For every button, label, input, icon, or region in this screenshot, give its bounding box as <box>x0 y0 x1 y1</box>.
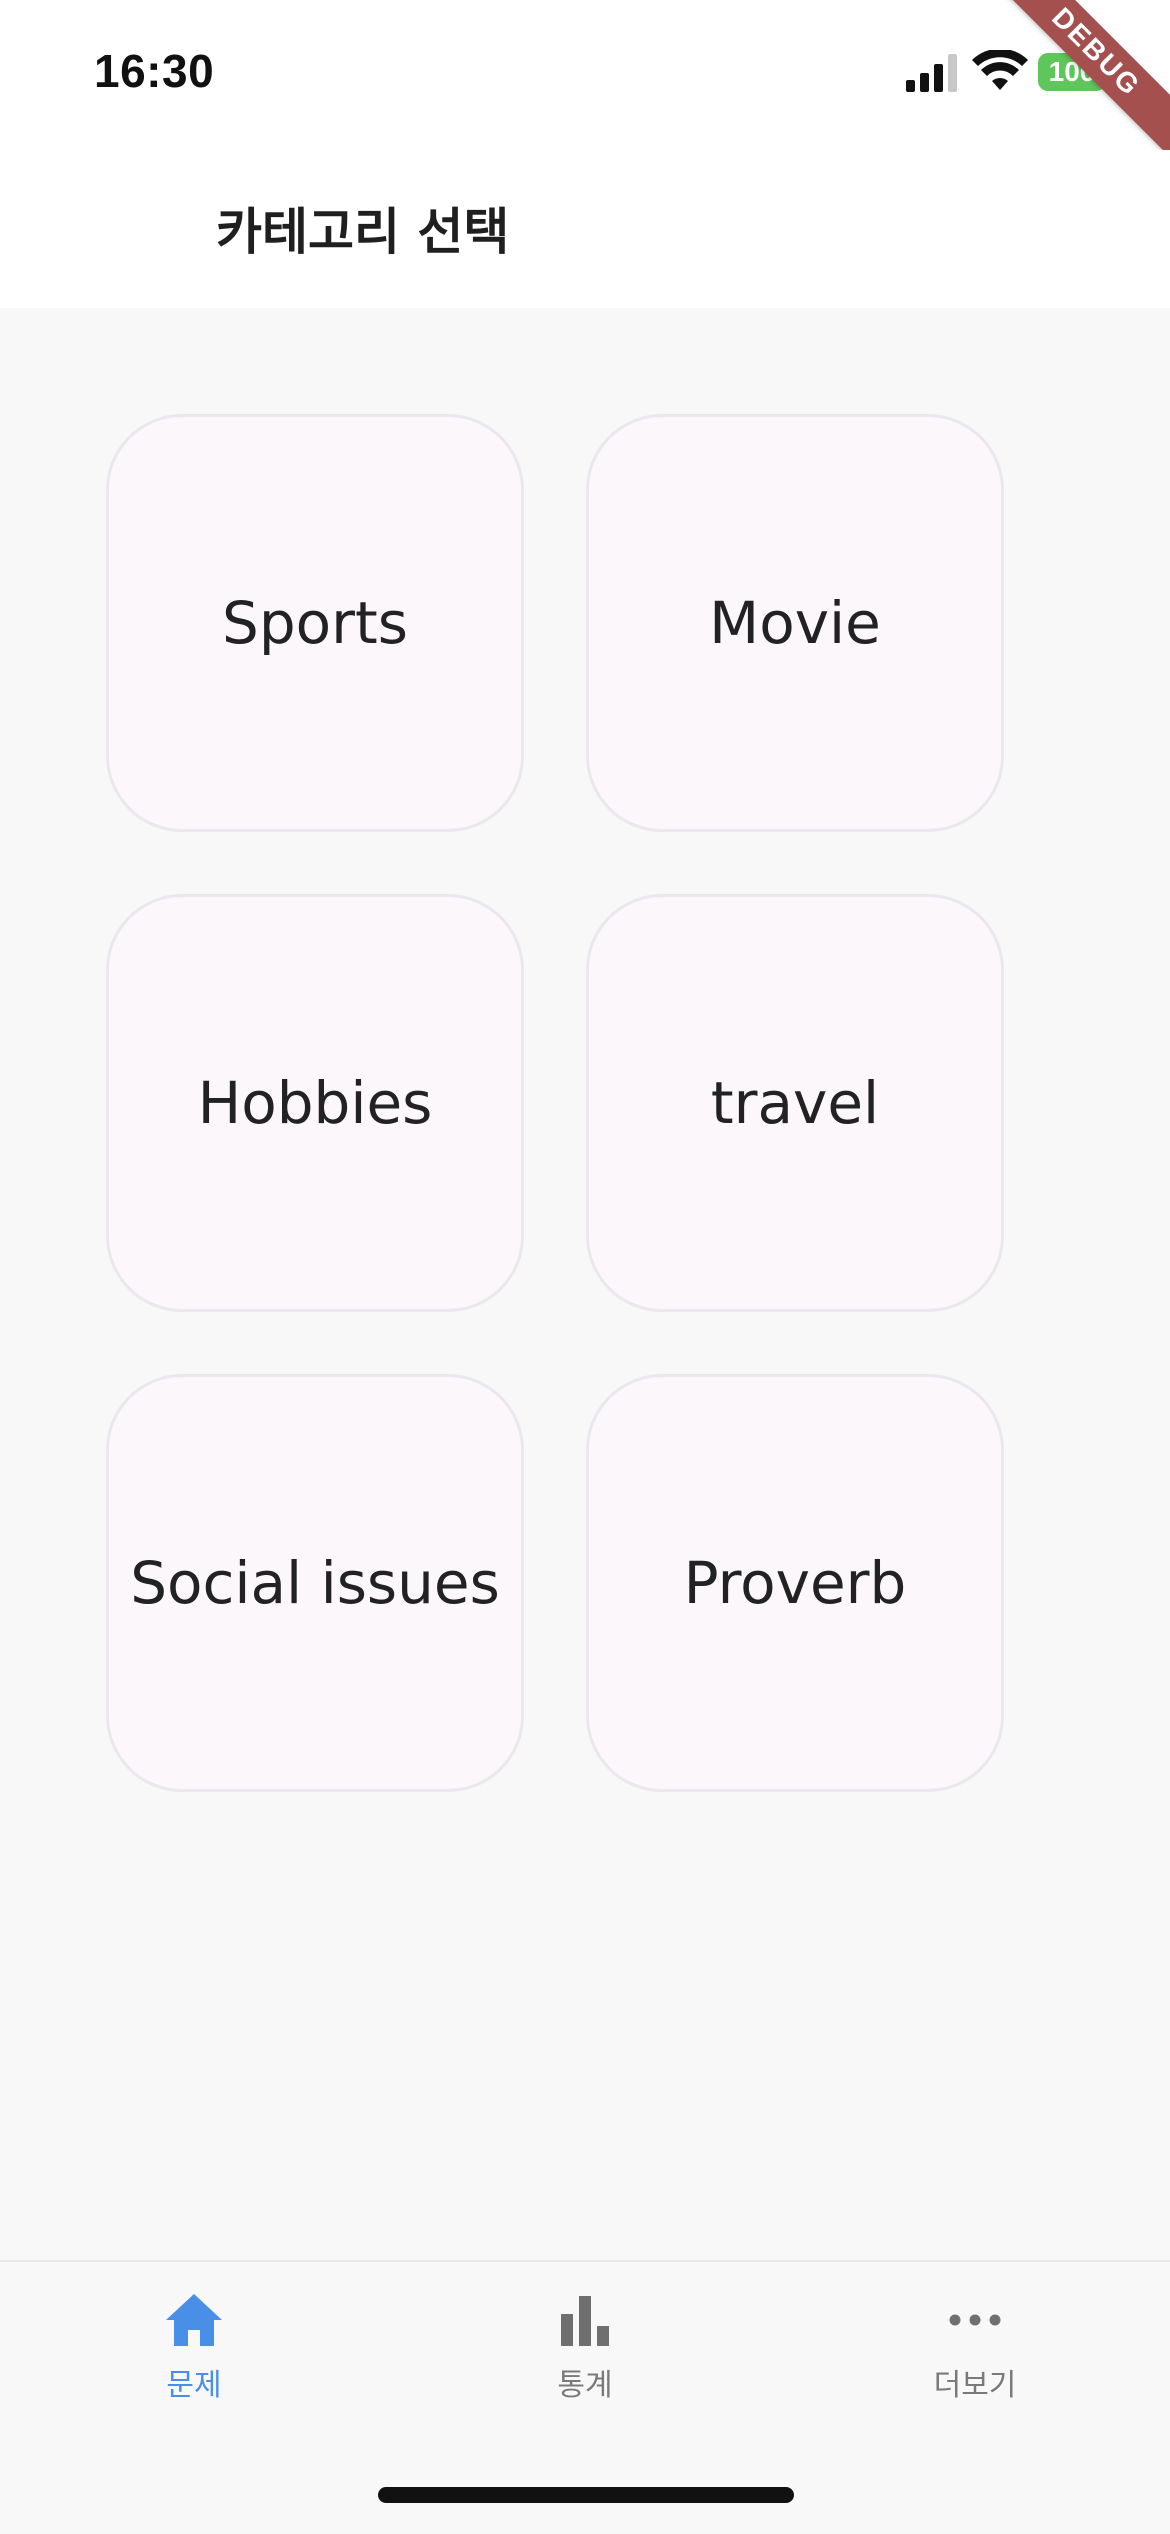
category-card-hobbies[interactable]: Hobbies <box>106 894 524 1312</box>
more-icon <box>949 2314 1001 2326</box>
nav-label: 더보기 <box>933 2368 1017 2403</box>
status-bar: 16:30 100 DEBUG <box>0 0 1170 174</box>
category-label: Movie <box>709 589 881 657</box>
home-indicator[interactable] <box>378 2487 794 2503</box>
category-card-movie[interactable]: Movie <box>586 414 1004 832</box>
app-bar: 카테고리 선택 <box>0 150 1170 308</box>
category-label: Hobbies <box>197 1069 433 1137</box>
nav-label: 문제 <box>166 2368 222 2403</box>
nav-tab-more[interactable]: 더보기 <box>845 2288 1105 2418</box>
nav-tab-statistics[interactable]: 통계 <box>455 2288 715 2418</box>
category-card-proverb[interactable]: Proverb <box>586 1374 1004 1792</box>
bar-chart-icon <box>561 2296 609 2346</box>
status-time: 16:30 <box>94 45 215 97</box>
category-content: Sports Movie Hobbies travel Social issue… <box>0 308 1170 2260</box>
category-card-travel[interactable]: travel <box>586 894 1004 1312</box>
category-grid: Sports Movie Hobbies travel Social issue… <box>106 414 1004 1792</box>
category-card-sports[interactable]: Sports <box>106 414 524 832</box>
home-icon <box>166 2294 222 2346</box>
cellular-signal-icon <box>906 54 957 92</box>
nav-tab-problems[interactable]: 문제 <box>64 2288 324 2418</box>
category-label: Proverb <box>683 1549 907 1617</box>
nav-label: 통계 <box>557 2368 613 2403</box>
category-label: travel <box>710 1069 880 1137</box>
category-label: Sports <box>222 589 408 657</box>
page-title: 카테고리 선택 <box>216 203 510 261</box>
wifi-icon <box>972 50 1028 90</box>
category-label: Social issues <box>130 1549 500 1617</box>
category-card-social-issues[interactable]: Social issues <box>106 1374 524 1792</box>
